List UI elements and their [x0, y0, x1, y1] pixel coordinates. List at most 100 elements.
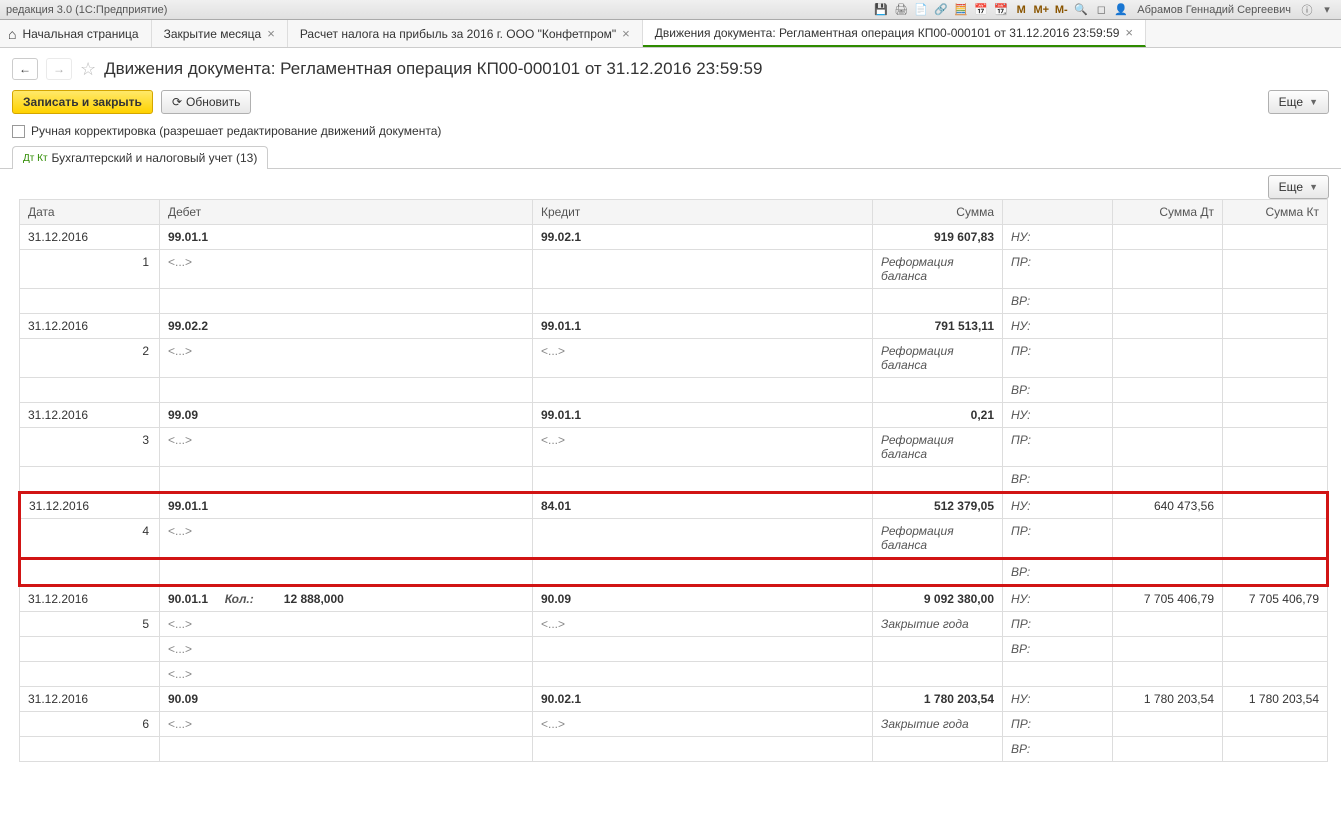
- cell-empty: [1223, 662, 1328, 687]
- chevron-down-icon: ▼: [1309, 182, 1318, 192]
- button-label: Еще: [1279, 95, 1303, 109]
- cell-sum-dt: [1113, 403, 1223, 428]
- table-subrow[interactable]: ВР:: [20, 467, 1328, 493]
- col-flags[interactable]: [1003, 200, 1113, 225]
- memory-mplus-icon[interactable]: M+: [1033, 2, 1049, 18]
- cell-empty: [20, 467, 160, 493]
- cell-sum: 919 607,83: [873, 225, 1003, 250]
- cell-flag-vr: ВР:: [1003, 289, 1113, 314]
- table-subrow[interactable]: ВР:: [20, 737, 1328, 762]
- favorite-icon[interactable]: ☆: [80, 59, 96, 80]
- close-icon[interactable]: ×: [1125, 25, 1133, 40]
- tab-document-movements[interactable]: Движения документа: Регламентная операци…: [643, 20, 1146, 47]
- user-name[interactable]: Абрамов Геннадий Сергеевич: [1133, 4, 1295, 16]
- subtab-accounting[interactable]: Дт Кт Бухгалтерский и налоговый учет (13…: [12, 146, 268, 169]
- col-sum-kt[interactable]: Сумма Кт: [1223, 200, 1328, 225]
- manual-edit-checkbox[interactable]: [12, 125, 25, 138]
- table-subrow[interactable]: 6<...><...>Закрытие годаПР:: [20, 712, 1328, 737]
- cell-rownum: 4: [20, 519, 160, 559]
- table-row[interactable]: 31.12.201699.0999.01.10,21НУ:: [20, 403, 1328, 428]
- cell-flag-pr: ПР:: [1003, 250, 1113, 289]
- tab-closing-month[interactable]: Закрытие месяца ×: [152, 20, 288, 47]
- cell-empty: [1113, 662, 1223, 687]
- calendar-icon[interactable]: 📅: [973, 2, 989, 18]
- col-sum-dt[interactable]: Сумма Дт: [1113, 200, 1223, 225]
- table-row[interactable]: 31.12.201690.0990.02.11 780 203,54НУ:1 7…: [20, 687, 1328, 712]
- date-icon[interactable]: 📆: [993, 2, 1009, 18]
- table-toolbar: Еще ▼: [0, 169, 1341, 199]
- cell-sum: 1 780 203,54: [873, 687, 1003, 712]
- col-sum[interactable]: Сумма: [873, 200, 1003, 225]
- more-button[interactable]: Еще ▼: [1268, 90, 1329, 114]
- cell-sum-dt: [1113, 225, 1223, 250]
- table-subrow[interactable]: 3<...><...>Реформация балансаПР:: [20, 428, 1328, 467]
- cell-flag-nu: НУ:: [1003, 225, 1113, 250]
- table-subrow[interactable]: <...>ВР:: [20, 637, 1328, 662]
- table-row[interactable]: 31.12.201699.01.184.01512 379,05НУ:640 4…: [20, 493, 1328, 519]
- refresh-button[interactable]: ⟳ Обновить: [161, 90, 251, 114]
- cell-flag-vr: ВР:: [1003, 559, 1113, 586]
- cell-flag-pr: ПР:: [1003, 519, 1113, 559]
- cell-sum-dt: [1113, 314, 1223, 339]
- cell-empty: [20, 559, 160, 586]
- cell-credit-sub: [533, 519, 873, 559]
- table-row[interactable]: 31.12.201690.01.1 Кол.: 12 888,00090.099…: [20, 586, 1328, 612]
- col-debit[interactable]: Дебет: [160, 200, 533, 225]
- window-icon[interactable]: ◻: [1093, 2, 1109, 18]
- table-row[interactable]: 31.12.201699.02.299.01.1791 513,11НУ:: [20, 314, 1328, 339]
- cell-flag-vr: ВР:: [1003, 737, 1113, 762]
- close-icon[interactable]: ×: [622, 26, 630, 41]
- link-icon[interactable]: 🔗: [933, 2, 949, 18]
- cell-debit-sub: <...>: [160, 428, 533, 467]
- cell-debit-sub3: <...>: [160, 662, 533, 687]
- table-subrow[interactable]: ВР:: [20, 559, 1328, 586]
- cell-date: 31.12.2016: [20, 687, 160, 712]
- cell-sum-kt: 1 780 203,54: [1223, 687, 1328, 712]
- cell-empty: [1223, 737, 1328, 762]
- cell-empty: [1113, 737, 1223, 762]
- tab-label: Расчет налога на прибыль за 2016 г. ООО …: [300, 27, 616, 41]
- cell-rownum: 2: [20, 339, 160, 378]
- table-subrow[interactable]: 2<...><...>Реформация балансаПР:: [20, 339, 1328, 378]
- table-subrow[interactable]: 5<...><...>Закрытие годаПР:: [20, 612, 1328, 637]
- memory-m-icon[interactable]: M: [1013, 2, 1029, 18]
- col-credit[interactable]: Кредит: [533, 200, 873, 225]
- tab-home[interactable]: ⌂ Начальная страница: [0, 20, 152, 47]
- cell-desc: Реформация баланса: [873, 519, 1003, 559]
- button-label: Еще: [1279, 180, 1303, 194]
- col-date[interactable]: Дата: [20, 200, 160, 225]
- tab-label: Закрытие месяца: [164, 27, 262, 41]
- chevron-down-icon: ▼: [1309, 97, 1318, 107]
- table-subrow[interactable]: 4<...> Реформация балансаПР:: [20, 519, 1328, 559]
- menu-icon[interactable]: ▾: [1319, 2, 1335, 18]
- calc-icon[interactable]: 🧮: [953, 2, 969, 18]
- tab-tax-calc[interactable]: Расчет налога на прибыль за 2016 г. ООО …: [288, 20, 643, 47]
- close-icon[interactable]: ×: [267, 26, 275, 41]
- cell-sum-dt: 640 473,56: [1113, 493, 1223, 519]
- table-subrow[interactable]: ВР:: [20, 378, 1328, 403]
- table-more-button[interactable]: Еще ▼: [1268, 175, 1329, 199]
- cell-empty: [1223, 289, 1328, 314]
- table-row[interactable]: 31.12.201699.01.199.02.1919 607,83НУ:: [20, 225, 1328, 250]
- save-close-button[interactable]: Записать и закрыть: [12, 90, 153, 114]
- table-subrow[interactable]: <...>: [20, 662, 1328, 687]
- print-icon[interactable]: 🖨: [893, 2, 909, 18]
- cell-credit: 99.01.1: [533, 314, 873, 339]
- doc-icon[interactable]: 📄: [913, 2, 929, 18]
- cell-flag-nu: НУ:: [1003, 314, 1113, 339]
- button-label: Обновить: [186, 95, 240, 109]
- button-label: Записать и закрыть: [23, 95, 142, 109]
- cell-empty: [1223, 467, 1328, 493]
- table-subrow[interactable]: ВР:: [20, 289, 1328, 314]
- cell-rownum: 3: [20, 428, 160, 467]
- memory-mminus-icon[interactable]: M-: [1053, 2, 1069, 18]
- table-subrow[interactable]: 1<...>Реформация балансаПР:: [20, 250, 1328, 289]
- back-button[interactable]: ←: [12, 58, 38, 80]
- save-icon[interactable]: 💾: [873, 2, 889, 18]
- cell-debit-sub: <...>: [160, 250, 533, 289]
- info-icon[interactable]: ⓘ: [1299, 2, 1315, 18]
- cell-empty: [533, 467, 873, 493]
- zoom-icon[interactable]: 🔍: [1073, 2, 1089, 18]
- cell-rownum: 5: [20, 612, 160, 637]
- cell-debit-sub: <...>: [160, 519, 533, 559]
